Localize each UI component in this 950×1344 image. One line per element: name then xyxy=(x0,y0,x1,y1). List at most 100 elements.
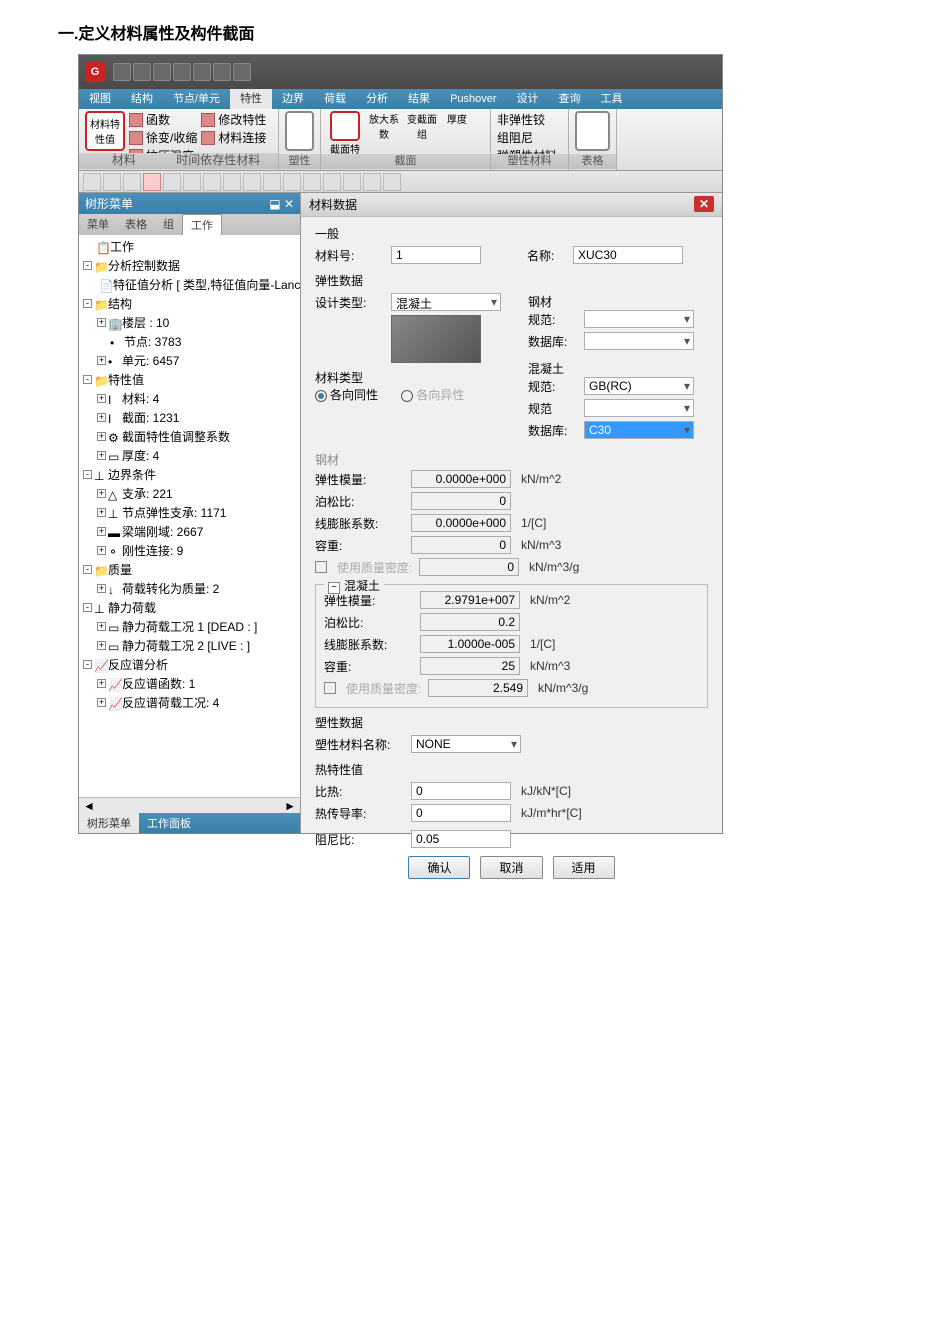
menu-query[interactable]: 查询 xyxy=(549,89,591,109)
menu-boundary[interactable]: 边界 xyxy=(272,89,314,109)
radio-isotropic[interactable] xyxy=(315,390,327,402)
material-properties-button[interactable]: 材料特性值 xyxy=(85,111,125,151)
sb-btab-tree[interactable]: 树形菜单 xyxy=(79,813,139,833)
sb-tab-menu[interactable]: 菜单 xyxy=(79,214,117,235)
tree-item[interactable]: 📋工作 xyxy=(81,237,298,256)
ribbon-hinge[interactable]: 非弹性铰 xyxy=(497,111,557,128)
expand-icon[interactable]: - xyxy=(83,470,92,479)
expand-icon[interactable]: - xyxy=(83,375,92,384)
tree-item[interactable]: -📁质量 xyxy=(81,560,298,579)
conc-spec-select[interactable]: GB(RC) xyxy=(584,377,694,395)
menu-tools[interactable]: 工具 xyxy=(591,89,633,109)
tree-item[interactable]: +I截面: 1231 xyxy=(81,408,298,427)
menu-view[interactable]: 视图 xyxy=(79,89,121,109)
menu-load[interactable]: 荷载 xyxy=(314,89,356,109)
expand-icon[interactable]: + xyxy=(97,394,106,403)
menu-node[interactable]: 节点/单元 xyxy=(163,89,230,109)
tree-item[interactable]: +▭静力荷载工况 2 [LIVE : ] xyxy=(81,636,298,655)
expand-icon[interactable]: + xyxy=(97,489,106,498)
tree-item[interactable]: +▭厚度: 4 xyxy=(81,446,298,465)
conc-density-check[interactable] xyxy=(324,682,336,694)
sb-tab-work[interactable]: 工作 xyxy=(182,214,222,235)
apply-button[interactable]: 适用 xyxy=(553,856,615,879)
tree-item[interactable]: -⊥静力荷载 xyxy=(81,598,298,617)
close-button[interactable]: ✕ xyxy=(694,196,714,212)
qat-print-icon[interactable] xyxy=(173,63,191,81)
material-id-input[interactable] xyxy=(391,246,481,264)
expand-icon[interactable]: + xyxy=(97,318,106,327)
tree-item[interactable]: +▭静力荷载工况 1 [DEAD : ] xyxy=(81,617,298,636)
expand-icon[interactable]: + xyxy=(97,679,106,688)
sidebar-pin-icon[interactable]: ⬓ ✕ xyxy=(269,197,294,211)
tree-item[interactable]: +I材料: 4 xyxy=(81,389,298,408)
section-button[interactable] xyxy=(330,111,360,141)
expand-icon[interactable]: - xyxy=(83,565,92,574)
tree-item[interactable]: -📁结构 xyxy=(81,294,298,313)
expand-icon[interactable]: + xyxy=(97,546,106,555)
qat-new-icon[interactable] xyxy=(113,63,131,81)
ok-button[interactable]: 确认 xyxy=(408,856,470,879)
qat-undo-icon[interactable] xyxy=(193,63,211,81)
qat-save-icon[interactable] xyxy=(153,63,171,81)
qat-redo-icon[interactable] xyxy=(213,63,231,81)
ribbon-varsection[interactable]: 变截面组 xyxy=(405,111,439,141)
collapse-icon[interactable]: − xyxy=(328,582,340,594)
menu-design[interactable]: 设计 xyxy=(507,89,549,109)
conc-spec2-select[interactable] xyxy=(584,399,694,417)
ribbon-scale[interactable]: 放大系数 xyxy=(369,111,399,141)
tree-item[interactable]: -📁分析控制数据 xyxy=(81,256,298,275)
menu-property[interactable]: 特性 xyxy=(230,89,272,109)
tb-icon[interactable] xyxy=(303,173,321,191)
tb-icon[interactable] xyxy=(283,173,301,191)
radio-anisotropic[interactable] xyxy=(401,390,413,402)
tree-item[interactable]: -📈反应谱分析 xyxy=(81,655,298,674)
expand-icon[interactable]: + xyxy=(97,413,106,422)
tree-item[interactable]: +△支承: 221 xyxy=(81,484,298,503)
ribbon-creep[interactable]: 徐变/收缩 xyxy=(129,129,197,146)
steel-spec-select[interactable] xyxy=(584,310,694,328)
qat-more-icon[interactable] xyxy=(233,63,251,81)
tree-item[interactable]: +•单元: 6457 xyxy=(81,351,298,370)
tree-item[interactable]: •节点: 3783 xyxy=(81,332,298,351)
expand-icon[interactable]: - xyxy=(83,603,92,612)
expand-icon[interactable]: - xyxy=(83,299,92,308)
sh-input[interactable] xyxy=(411,782,511,800)
steel-density-check[interactable] xyxy=(315,561,327,573)
menu-structure[interactable]: 结构 xyxy=(121,89,163,109)
tree-item[interactable]: +🏢楼层 : 10 xyxy=(81,313,298,332)
expand-icon[interactable]: + xyxy=(97,527,106,536)
tc-input[interactable] xyxy=(411,804,511,822)
expand-icon[interactable]: - xyxy=(83,261,92,270)
plastic-material-button[interactable] xyxy=(285,111,314,151)
menu-analysis[interactable]: 分析 xyxy=(356,89,398,109)
ribbon-thickness[interactable]: 厚度 xyxy=(445,111,469,126)
ribbon-link[interactable]: 材料连接 xyxy=(201,129,266,146)
sb-tab-group[interactable]: 组 xyxy=(155,214,182,235)
tree-item[interactable]: 📄特征值分析 [ 类型,特征值向量-Lanc xyxy=(81,275,298,294)
sb-btab-panel[interactable]: 工作面板 xyxy=(139,813,199,833)
tree-view[interactable]: 📋工作-📁分析控制数据📄特征值分析 [ 类型,特征值向量-Lanc-📁结构+🏢楼… xyxy=(79,235,300,797)
design-type-select[interactable]: 混凝土 xyxy=(391,293,501,311)
tree-item[interactable]: +📈反应谱荷载工况: 4 xyxy=(81,693,298,712)
conc-db-select[interactable]: C30 xyxy=(584,421,694,439)
tree-item[interactable]: +⚙截面特性值调整系数 xyxy=(81,427,298,446)
property-table-button[interactable] xyxy=(575,111,610,151)
expand-icon[interactable]: + xyxy=(97,451,106,460)
tree-item[interactable]: +⊥节点弹性支承: 1171 xyxy=(81,503,298,522)
expand-icon[interactable]: + xyxy=(97,356,106,365)
tree-item[interactable]: -⊥边界条件 xyxy=(81,465,298,484)
expand-icon[interactable]: + xyxy=(97,584,106,593)
ribbon-damp[interactable]: 组阻尼 xyxy=(497,129,557,146)
menu-result[interactable]: 结果 xyxy=(398,89,440,109)
steel-db-select[interactable] xyxy=(584,332,694,350)
qat-open-icon[interactable] xyxy=(133,63,151,81)
expand-icon[interactable]: + xyxy=(97,432,106,441)
sb-tab-table[interactable]: 表格 xyxy=(117,214,155,235)
tree-item[interactable]: -📁特性值 xyxy=(81,370,298,389)
tree-item[interactable]: +▬梁端刚域: 2667 xyxy=(81,522,298,541)
ribbon-function[interactable]: 函数 xyxy=(129,111,197,128)
material-name-input[interactable] xyxy=(573,246,683,264)
tree-item[interactable]: +⚬刚性连接: 9 xyxy=(81,541,298,560)
damp-input[interactable] xyxy=(411,830,511,848)
menu-pushover[interactable]: Pushover xyxy=(440,89,506,109)
